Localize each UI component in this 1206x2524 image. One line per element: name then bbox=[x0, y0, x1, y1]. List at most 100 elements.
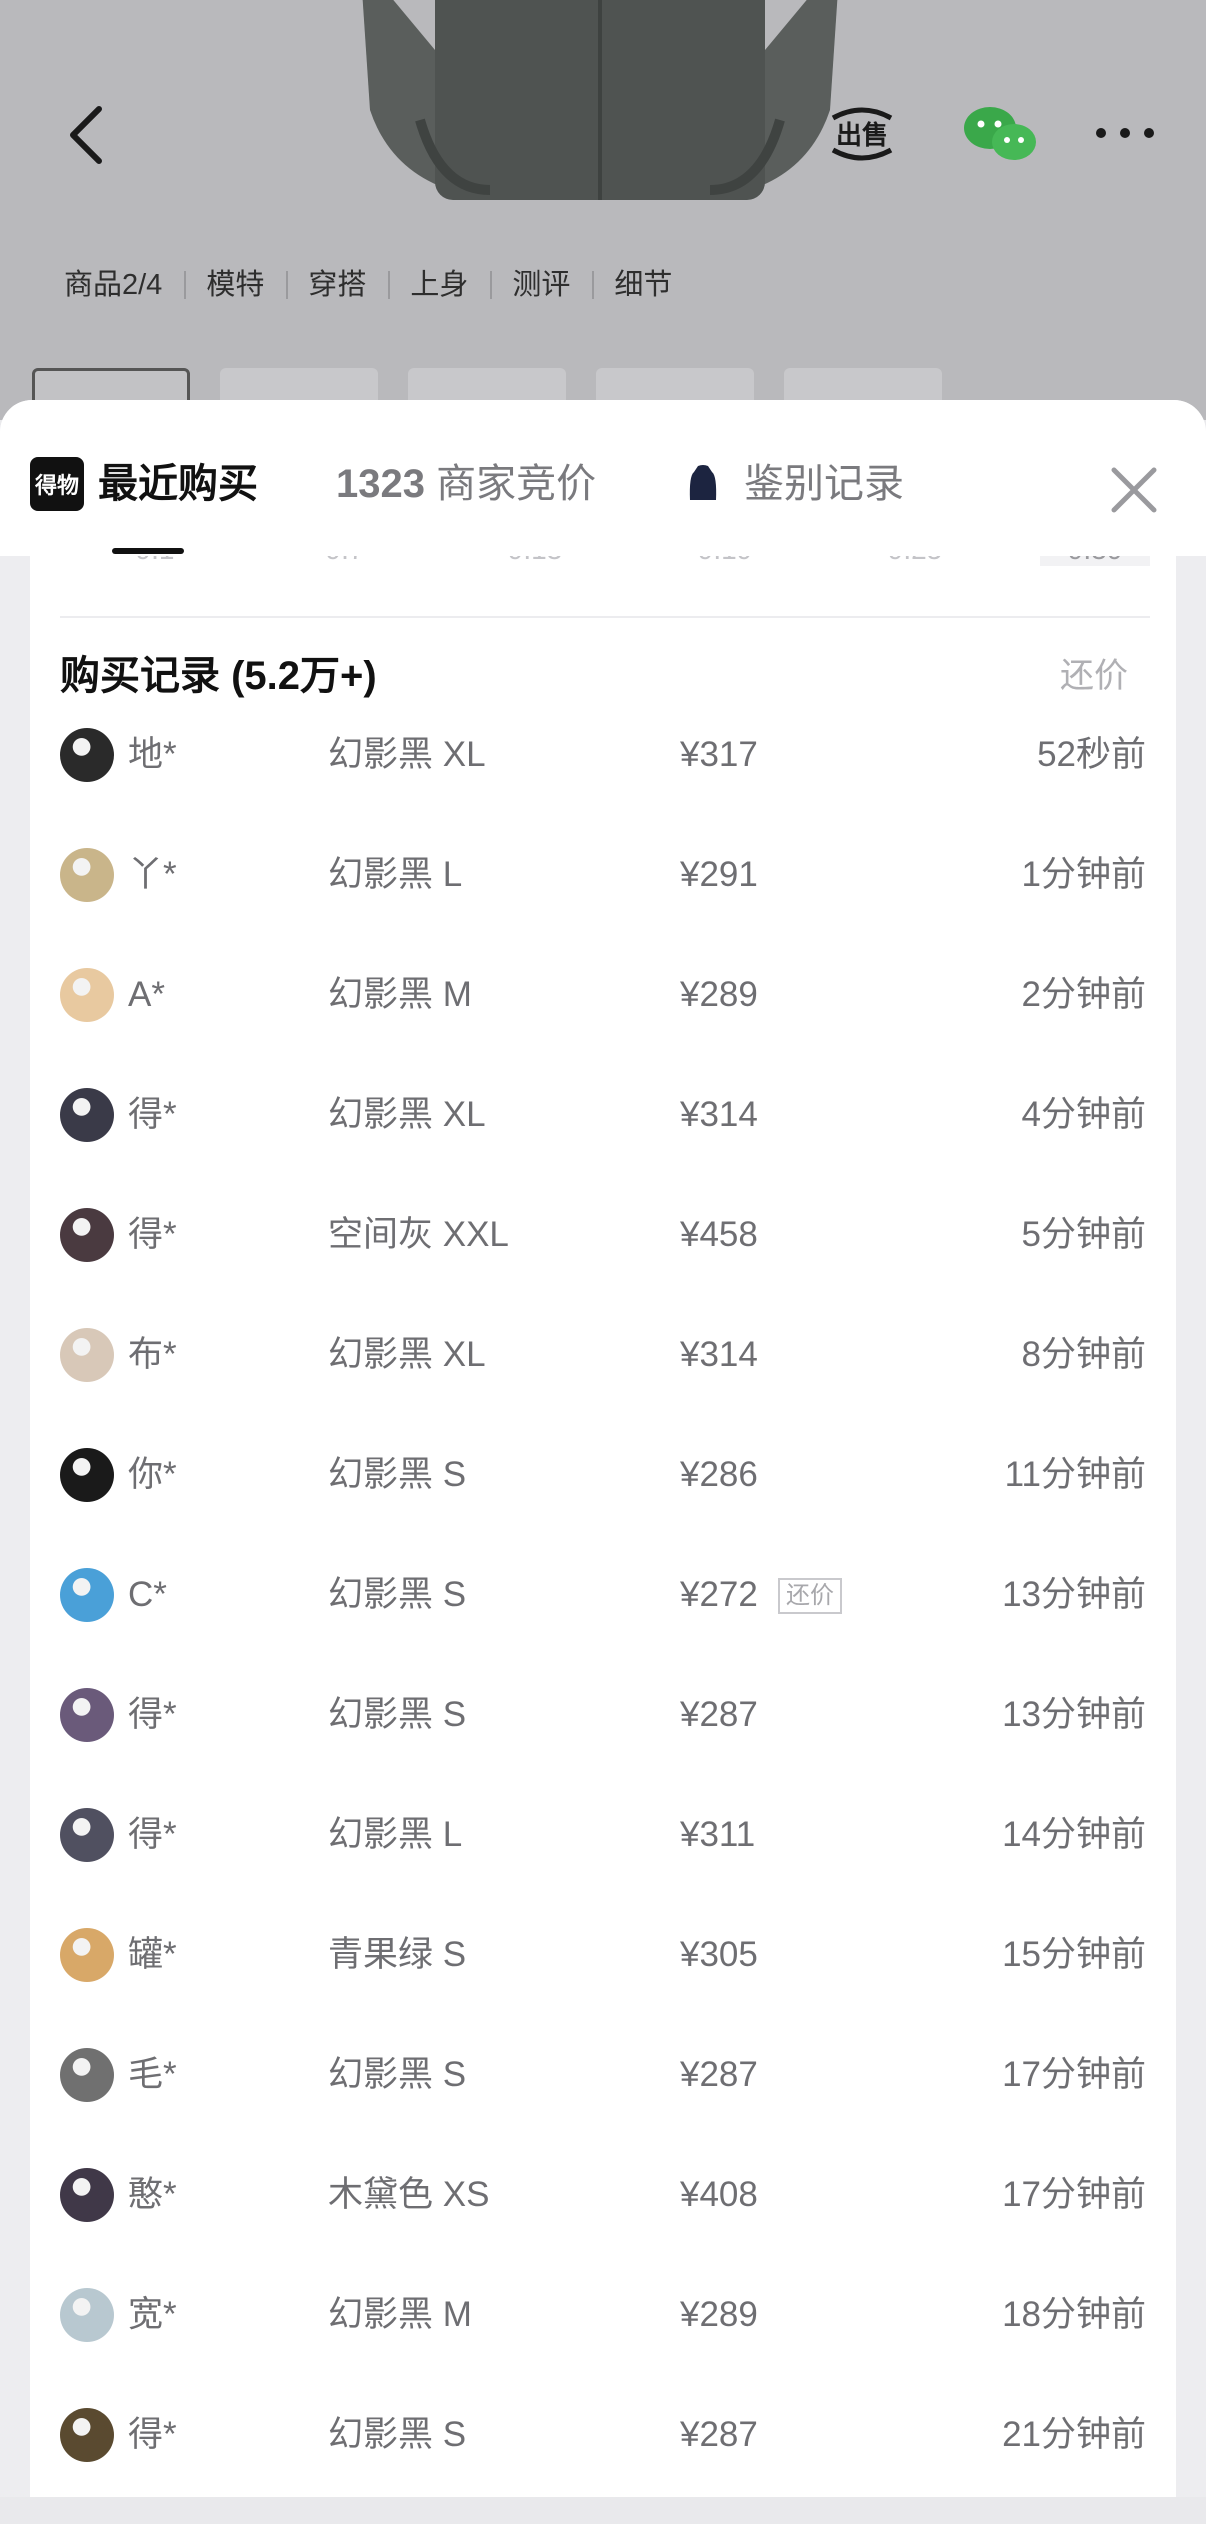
buyer-name: C* bbox=[128, 1575, 167, 1614]
avatar[interactable] bbox=[60, 2168, 114, 2222]
avatar[interactable] bbox=[60, 1448, 114, 1502]
media-tab-detail[interactable]: 细节 bbox=[592, 261, 694, 303]
avatar[interactable] bbox=[60, 1208, 114, 1262]
counter-offer-badge: 还价 bbox=[778, 1578, 842, 1614]
purchase-record-row: 罐* 青果绿 S ¥305 15分钟前 bbox=[30, 1924, 1176, 2044]
date-tick-selected[interactable]: 9.30 bbox=[1040, 556, 1150, 566]
product-image bbox=[362, 0, 838, 200]
purchase-price: ¥458 bbox=[680, 1215, 758, 1254]
avatar[interactable] bbox=[60, 848, 114, 902]
purchase-price: ¥286 bbox=[680, 1455, 758, 1494]
purchase-price: ¥314 bbox=[680, 1095, 758, 1134]
buyer-name: 得* bbox=[128, 1095, 177, 1134]
product-spec: 幻影黑 M bbox=[328, 2295, 472, 2334]
media-tab-model[interactable]: 模特 bbox=[184, 261, 286, 303]
avatar[interactable] bbox=[60, 1568, 114, 1622]
product-spec: 幻影黑 XL bbox=[328, 1095, 486, 1134]
avatar[interactable] bbox=[60, 2048, 114, 2102]
purchase-time: 15分钟前 bbox=[1002, 1935, 1146, 1974]
buyer-name: 你* bbox=[128, 1455, 177, 1494]
product-spec: 幻影黑 XL bbox=[328, 735, 486, 774]
product-spec: 木黛色 XS bbox=[328, 2175, 490, 2214]
sell-icon: 出售 bbox=[831, 107, 893, 161]
avatar[interactable] bbox=[60, 1688, 114, 1742]
purchase-records-title: 购买记录 (5.2万+) bbox=[60, 654, 377, 698]
counter-offer-link[interactable]: 还价 bbox=[1060, 656, 1128, 696]
tab-merchant-bids-label: 商家竞价 bbox=[436, 462, 597, 506]
sheet-header: 得物 最近购买 1323 商家竞价 鉴别记录 bbox=[0, 400, 1206, 556]
close-button[interactable] bbox=[1106, 462, 1162, 518]
avatar[interactable] bbox=[60, 968, 114, 1022]
tab-recent-purchases[interactable]: 最近购买 bbox=[98, 458, 258, 510]
buyer-name: 得* bbox=[128, 1215, 177, 1254]
media-tabs: 商品2/4 模特 穿搭 上身 测评 细节 bbox=[40, 256, 694, 308]
avatar[interactable] bbox=[60, 728, 114, 782]
close-icon bbox=[1111, 467, 1157, 513]
purchase-record-row: 布* 幻影黑 XL ¥314 8分钟前 bbox=[30, 1324, 1176, 1444]
product-spec: 青果绿 S bbox=[328, 1935, 467, 1974]
product-spec: 幻影黑 S bbox=[328, 1695, 467, 1734]
avatar[interactable] bbox=[60, 2408, 114, 2462]
buyer-name: 丫* bbox=[128, 855, 177, 894]
purchase-price: ¥287 bbox=[680, 1695, 758, 1734]
chevron-left-icon bbox=[70, 106, 102, 164]
purchase-time: 4分钟前 bbox=[1021, 1095, 1146, 1134]
purchase-time: 14分钟前 bbox=[1002, 1815, 1146, 1854]
purchase-record-row: 憨* 木黛色 XS ¥408 17分钟前 bbox=[30, 2164, 1176, 2284]
purchase-price: ¥291 bbox=[680, 855, 758, 894]
purchase-time: 5分钟前 bbox=[1021, 1215, 1146, 1254]
purchase-price: ¥289 bbox=[680, 2295, 758, 2334]
purchase-records-sheet: 得物 最近购买 1323 商家竞价 鉴别记录 9.1 9.7 9.13 9.19… bbox=[0, 400, 1206, 2497]
sell-button[interactable]: 出售 bbox=[822, 98, 902, 170]
purchase-record-row: 毛* 幻影黑 S ¥287 17分钟前 bbox=[30, 2044, 1176, 2164]
product-spec: 幻影黑 L bbox=[328, 1815, 463, 1854]
avatar[interactable] bbox=[60, 2288, 114, 2342]
tab-authentication-records[interactable]: 鉴别记录 bbox=[744, 458, 904, 510]
date-tick: 9.13 bbox=[480, 556, 590, 566]
date-tick: 9.19 bbox=[670, 556, 780, 566]
active-tab-indicator bbox=[112, 548, 184, 554]
purchase-time: 21分钟前 bbox=[1002, 2415, 1146, 2454]
avatar[interactable] bbox=[60, 1328, 114, 1382]
purchase-record-row: 地* 幻影黑 XL ¥317 52秒前 bbox=[30, 724, 1176, 844]
product-spec: 幻影黑 S bbox=[328, 2415, 467, 2454]
sell-label: 出售 bbox=[836, 120, 888, 151]
product-spec: 幻影黑 M bbox=[328, 975, 472, 1014]
purchase-price: ¥408 bbox=[680, 2175, 758, 2214]
purchase-record-row: 得* 幻影黑 L ¥311 14分钟前 bbox=[30, 1804, 1176, 1924]
purchase-time: 17分钟前 bbox=[1002, 2055, 1146, 2094]
purchase-time: 11分钟前 bbox=[1004, 1455, 1146, 1494]
avatar[interactable] bbox=[60, 1088, 114, 1142]
purchase-time: 1分钟前 bbox=[1021, 855, 1146, 894]
buyer-name: 罐* bbox=[128, 1935, 177, 1974]
tab-recent-purchases-label: 最近购买 bbox=[98, 462, 258, 506]
avatar[interactable] bbox=[60, 1808, 114, 1862]
wechat-icon bbox=[964, 107, 1036, 160]
product-spec: 空间灰 XXL bbox=[328, 1215, 509, 1254]
divider bbox=[60, 616, 1150, 618]
purchase-time: 8分钟前 bbox=[1021, 1335, 1146, 1374]
buyer-name: 得* bbox=[128, 2415, 177, 2454]
media-tab-outfit[interactable]: 穿搭 bbox=[286, 261, 388, 303]
purchase-time: 13分钟前 bbox=[1002, 1575, 1146, 1614]
back-button[interactable] bbox=[50, 95, 120, 175]
tab-merchant-bids[interactable]: 1323 商家竞价 bbox=[336, 458, 596, 510]
purchase-price: ¥272 bbox=[680, 1575, 758, 1614]
purchase-record-row: 宽* 幻影黑 M ¥289 18分钟前 bbox=[30, 2284, 1176, 2404]
purchase-records-card: 9.1 9.7 9.13 9.19 9.25 9.30 购买记录 (5.2万+)… bbox=[30, 556, 1176, 2497]
media-tab-on-body[interactable]: 上身 bbox=[388, 261, 490, 303]
avatar[interactable] bbox=[60, 1928, 114, 1982]
media-tab-product[interactable]: 商品2/4 bbox=[40, 261, 184, 303]
purchase-price: ¥287 bbox=[680, 2055, 758, 2094]
wechat-share-button[interactable] bbox=[950, 98, 1050, 170]
purchase-price: ¥305 bbox=[680, 1935, 758, 1974]
app-logo: 得物 bbox=[30, 457, 84, 511]
more-button[interactable] bbox=[1090, 108, 1160, 158]
product-spec: 幻影黑 S bbox=[328, 1575, 467, 1614]
buyer-name: 地* bbox=[128, 735, 177, 774]
purchase-price: ¥314 bbox=[680, 1335, 758, 1374]
buyer-name: 得* bbox=[128, 1695, 177, 1734]
media-tab-review[interactable]: 测评 bbox=[490, 261, 592, 303]
jacket-icon bbox=[689, 465, 717, 500]
purchase-time: 52秒前 bbox=[1037, 735, 1146, 774]
